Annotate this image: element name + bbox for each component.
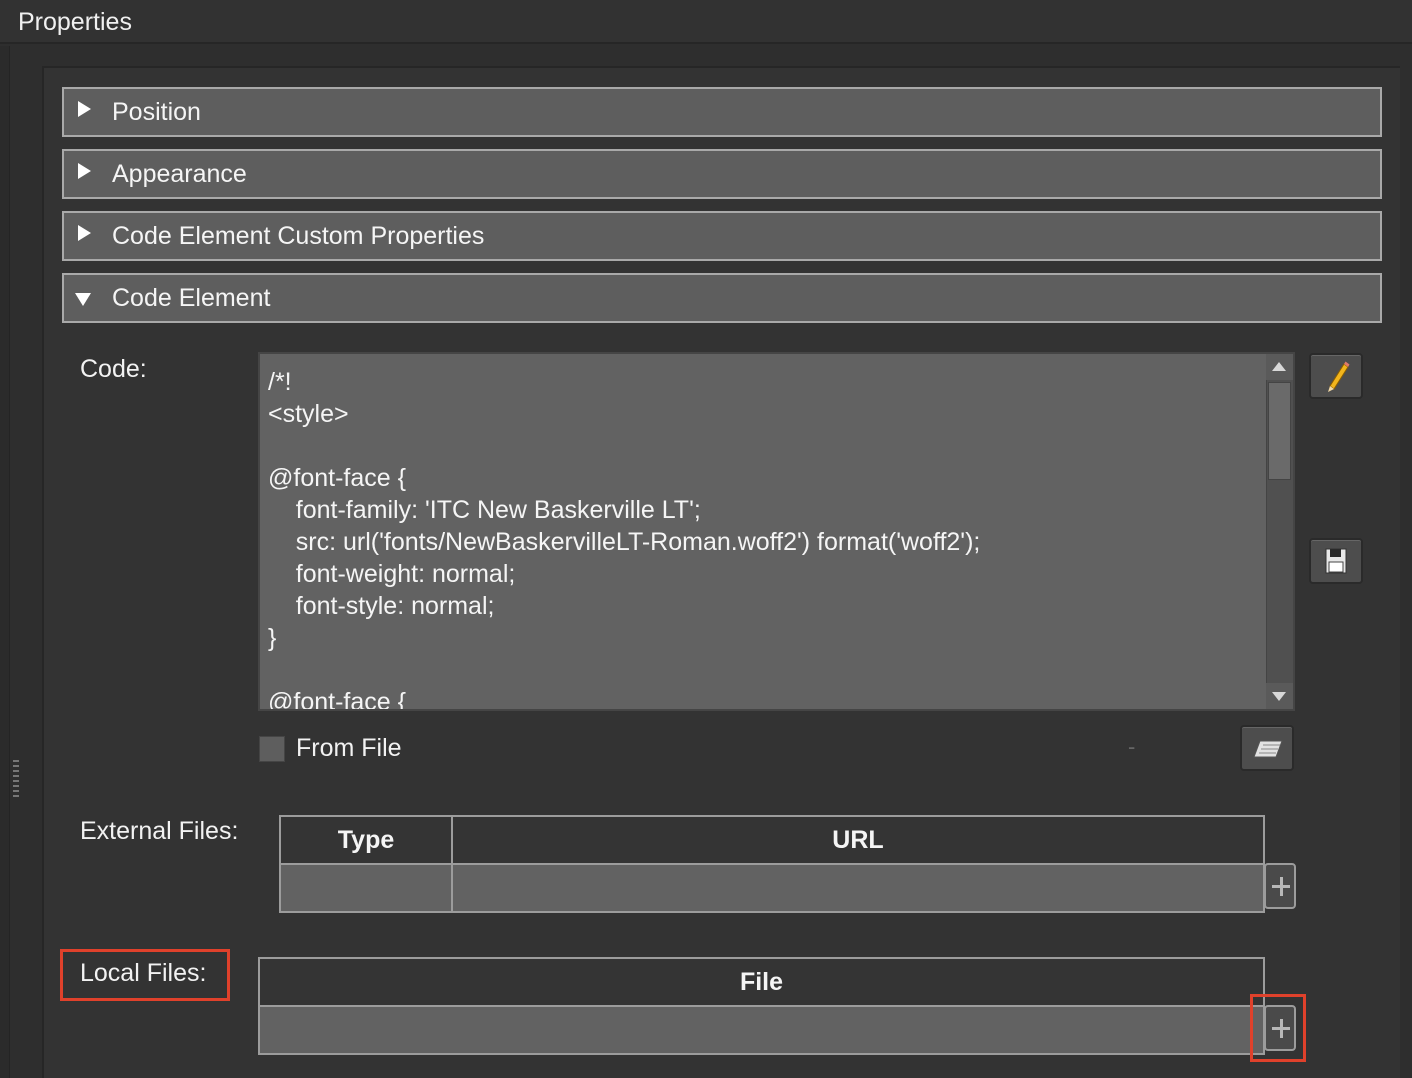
local-files-table: File <box>258 957 1265 1055</box>
external-files-table: Type URL <box>279 815 1265 913</box>
section-position[interactable]: Position <box>62 87 1382 137</box>
table-row[interactable] <box>258 1005 1265 1055</box>
add-external-file-button[interactable] <box>1264 863 1296 909</box>
panel-title-bar <box>0 0 1412 44</box>
save-code-button[interactable] <box>1309 538 1363 584</box>
scroll-thumb[interactable] <box>1268 382 1291 480</box>
folder-open-icon <box>1253 740 1283 758</box>
file-path-field: - <box>1128 734 1136 759</box>
section-label: Code Element Custom Properties <box>112 222 485 250</box>
section-code-element-custom-properties[interactable]: Code Element Custom Properties <box>62 211 1382 261</box>
column-header-type[interactable]: Type <box>279 815 453 865</box>
scroll-up-button[interactable] <box>1266 354 1293 380</box>
section-label: Appearance <box>112 160 247 188</box>
expand-triangle-icon <box>78 225 91 241</box>
section-appearance[interactable]: Appearance <box>62 149 1382 199</box>
code-label: Code: <box>80 355 147 383</box>
column-header-file[interactable]: File <box>258 957 1265 1007</box>
expand-triangle-icon <box>78 101 91 117</box>
url-cell[interactable] <box>451 863 1265 913</box>
file-cell[interactable] <box>258 1005 1265 1055</box>
section-label: Code Element <box>112 284 271 312</box>
browse-file-button[interactable] <box>1240 725 1294 771</box>
section-code-element[interactable]: Code Element <box>62 273 1382 323</box>
arrow-down-icon <box>1272 692 1286 701</box>
add-local-file-highlight <box>1250 994 1306 1062</box>
plus-icon-stroke <box>1279 877 1283 896</box>
collapse-triangle-icon <box>75 293 91 306</box>
from-file-label: From File <box>296 734 402 762</box>
pencil-icon <box>1328 361 1350 392</box>
type-cell[interactable] <box>279 863 453 913</box>
floppy-disk-icon <box>1325 548 1347 574</box>
external-files-label: External Files: <box>80 817 239 845</box>
from-file-checkbox[interactable] <box>259 736 285 762</box>
local-files-label: Local Files: <box>80 959 207 987</box>
section-label: Position <box>112 98 201 126</box>
arrow-up-icon <box>1272 362 1286 371</box>
table-row[interactable] <box>279 863 1265 913</box>
column-header-url[interactable]: URL <box>451 815 1265 865</box>
edit-code-button[interactable] <box>1309 353 1363 399</box>
left-splitter[interactable] <box>0 46 10 1078</box>
panel-title: Properties <box>18 8 132 36</box>
code-editor[interactable]: /*! <style> @font-face { font-family: 'I… <box>258 352 1295 711</box>
expand-triangle-icon <box>78 163 91 179</box>
scroll-down-button[interactable] <box>1266 683 1293 709</box>
code-text[interactable]: /*! <style> @font-face { font-family: 'I… <box>268 366 1258 709</box>
splitter-grip-icon[interactable] <box>13 760 19 798</box>
